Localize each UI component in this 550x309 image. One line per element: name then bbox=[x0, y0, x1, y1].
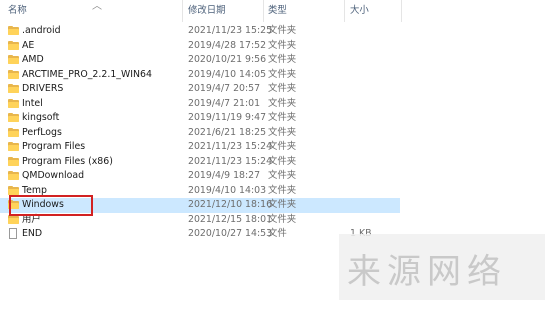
item-name: END bbox=[22, 228, 43, 239]
item-modified-date: 2021/11/23 15:24 bbox=[188, 155, 273, 167]
item-modified-date: 2021/12/15 18:01 bbox=[188, 213, 273, 225]
item-name: DRIVERS bbox=[22, 83, 64, 94]
item-modified-date: 2019/11/19 9:47 bbox=[188, 112, 267, 123]
item-name: .android bbox=[22, 25, 61, 36]
file-list-row[interactable]: kingsoft 2019/11/19 9:47 文件夹 bbox=[0, 111, 400, 126]
folder-icon bbox=[8, 69, 19, 79]
file-list-row[interactable]: DRIVERS 2019/4/7 20:57 文件夹 bbox=[0, 82, 400, 97]
item-type: 文件夹 bbox=[268, 213, 297, 225]
item-type: 文件 bbox=[268, 228, 287, 239]
item-modified-date: 2019/4/7 20:57 bbox=[188, 83, 261, 94]
item-name: kingsoft bbox=[22, 112, 60, 123]
item-name: ARCTIME_PRO_2.2.1_WIN64 bbox=[22, 68, 152, 80]
file-list-row[interactable]: QMDownload 2019/4/9 18:27 文件夹 bbox=[0, 169, 400, 184]
item-type: 文件夹 bbox=[268, 39, 297, 51]
item-name: Program Files (x86) bbox=[22, 155, 113, 167]
folder-icon bbox=[8, 127, 19, 137]
folder-icon bbox=[8, 185, 19, 195]
watermark-text: 来源网络 bbox=[347, 252, 507, 292]
file-list-row[interactable]: AMD 2020/10/21 9:56 文件夹 bbox=[0, 53, 400, 68]
item-modified-date: 2019/4/7 21:01 bbox=[188, 97, 261, 109]
item-type: 文件夹 bbox=[268, 170, 297, 181]
item-type: 文件夹 bbox=[268, 97, 297, 109]
item-type: 文件夹 bbox=[268, 54, 297, 65]
item-modified-date: 2019/4/10 14:03 bbox=[188, 184, 267, 196]
column-header-bar: 名称 ︿ 修改日期 类型 大小 bbox=[0, 0, 550, 22]
item-name: Intel bbox=[22, 97, 43, 109]
item-modified-date: 2021/11/23 15:25 bbox=[188, 25, 273, 36]
item-name: QMDownload bbox=[22, 170, 85, 181]
item-modified-date: 2019/4/10 14:05 bbox=[188, 68, 267, 80]
item-type: 文件夹 bbox=[268, 68, 297, 80]
item-name: AMD bbox=[22, 54, 44, 65]
folder-icon bbox=[8, 142, 19, 151]
item-type: 文件夹 bbox=[268, 83, 297, 94]
annotation-highlight-box bbox=[9, 195, 93, 216]
column-header-size[interactable]: 大小 bbox=[350, 0, 369, 22]
item-type: 文件夹 bbox=[268, 184, 297, 196]
item-modified-date: 2019/4/28 17:52 bbox=[188, 39, 267, 51]
column-header-date[interactable]: 修改日期 bbox=[188, 0, 226, 22]
column-divider[interactable] bbox=[263, 0, 264, 22]
folder-icon bbox=[8, 98, 19, 108]
column-header-name[interactable]: 名称 bbox=[8, 0, 27, 22]
folder-icon bbox=[8, 40, 19, 50]
file-list-row[interactable]: PerfLogs 2021/6/21 18:25 文件夹 bbox=[0, 126, 400, 141]
column-header-type[interactable]: 类型 bbox=[268, 0, 287, 22]
file-list-row[interactable]: Intel 2019/4/7 21:01 文件夹 bbox=[0, 97, 400, 112]
item-modified-date: 2020/10/21 9:56 bbox=[188, 54, 267, 65]
column-divider[interactable] bbox=[182, 0, 183, 22]
item-type: 文件夹 bbox=[268, 112, 297, 123]
item-type: 文件夹 bbox=[268, 25, 297, 36]
item-modified-date: 2021/11/23 15:24 bbox=[188, 141, 273, 152]
folder-icon bbox=[8, 156, 19, 166]
item-type: 文件夹 bbox=[268, 155, 297, 167]
column-divider[interactable] bbox=[344, 0, 345, 22]
item-type: 文件夹 bbox=[268, 199, 297, 210]
column-divider[interactable] bbox=[401, 0, 402, 22]
file-list-row[interactable]: AE 2019/4/28 17:52 文件夹 bbox=[0, 39, 400, 54]
folder-icon bbox=[8, 84, 19, 93]
item-name: AE bbox=[22, 39, 35, 51]
item-type: 文件夹 bbox=[268, 126, 297, 138]
item-modified-date: 2020/10/27 14:53 bbox=[188, 228, 273, 239]
item-type: 文件夹 bbox=[268, 141, 297, 152]
folder-icon bbox=[8, 113, 19, 122]
file-list-row[interactable]: .android 2021/11/23 15:25 文件夹 bbox=[0, 24, 400, 39]
file-list-row[interactable]: Program Files (x86) 2021/11/23 15:24 文件夹 bbox=[0, 155, 400, 170]
item-modified-date: 2021/6/21 18:25 bbox=[188, 126, 267, 138]
folder-icon bbox=[8, 55, 19, 64]
sort-chevron-up-icon: ︿ bbox=[92, 1, 102, 12]
folder-icon bbox=[8, 171, 19, 180]
file-list-row[interactable]: Program Files 2021/11/23 15:24 文件夹 bbox=[0, 140, 400, 155]
item-modified-date: 2021/12/10 18:16 bbox=[188, 199, 273, 210]
file-icon bbox=[8, 228, 19, 239]
folder-icon bbox=[8, 26, 19, 35]
item-name: PerfLogs bbox=[22, 126, 62, 138]
watermark: 来源网络 bbox=[339, 234, 545, 300]
file-list-row[interactable]: ARCTIME_PRO_2.2.1_WIN64 2019/4/10 14:05 文件… bbox=[0, 68, 400, 83]
item-name: Program Files bbox=[22, 141, 86, 152]
item-modified-date: 2019/4/9 18:27 bbox=[188, 170, 261, 181]
